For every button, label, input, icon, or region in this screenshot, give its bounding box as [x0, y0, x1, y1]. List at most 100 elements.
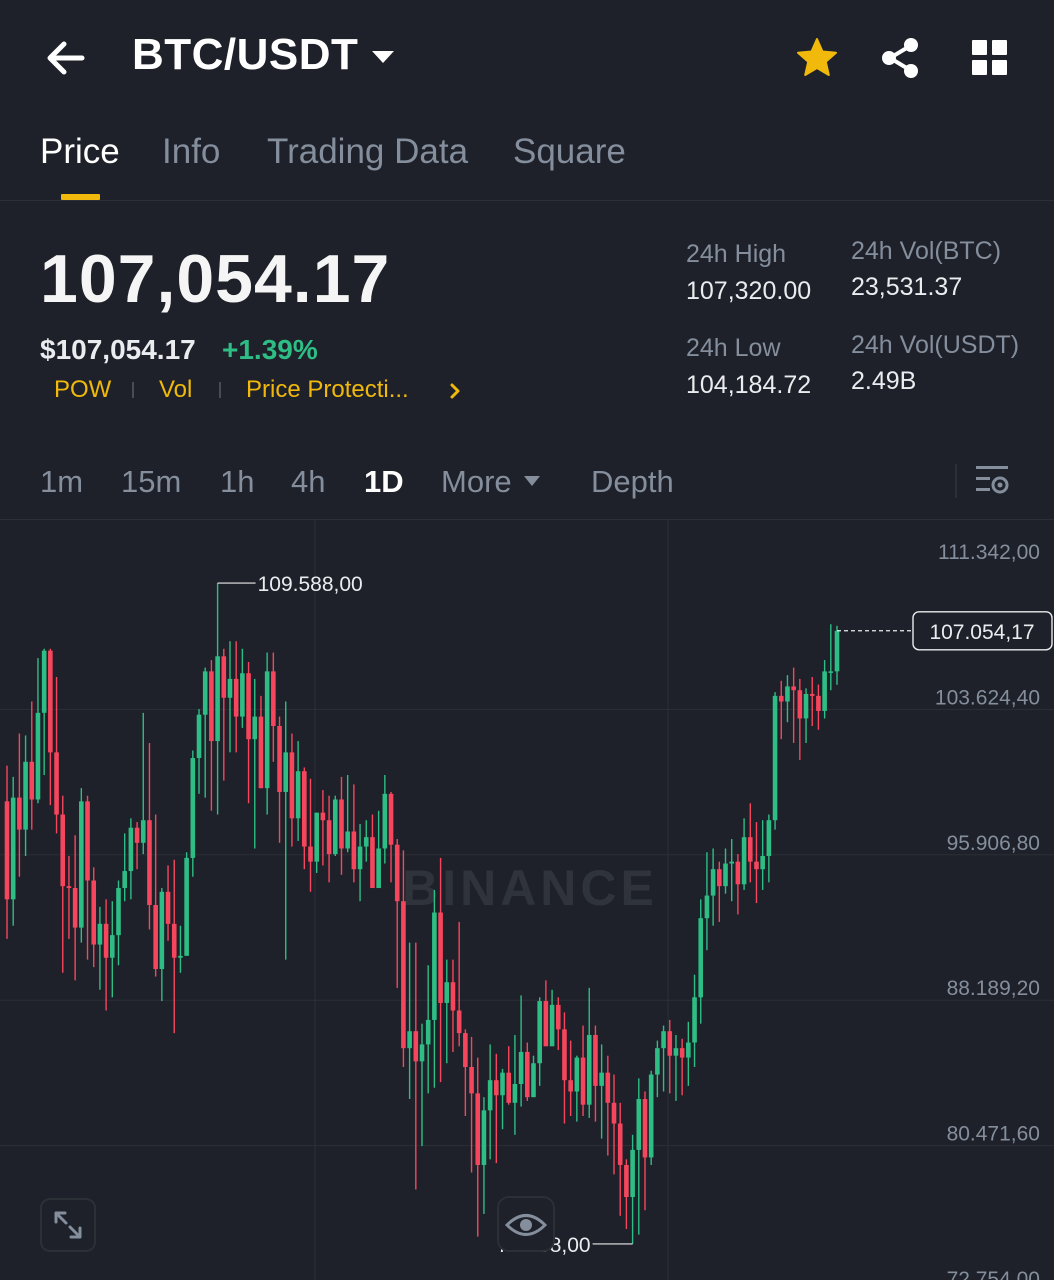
- interval-1h[interactable]: 1h: [220, 464, 254, 500]
- stat-24h-vol-usdt-value: 2.49B: [851, 367, 917, 395]
- candle-body: [537, 1001, 542, 1064]
- candle-body: [487, 1080, 493, 1111]
- expand-chart-button[interactable]: [40, 1198, 96, 1252]
- grid-icon[interactable]: [970, 38, 1010, 78]
- candle-body: [562, 1029, 567, 1081]
- candle-body: [469, 1067, 474, 1094]
- interval-15m[interactable]: 15m: [121, 464, 181, 500]
- share-icon[interactable]: [878, 36, 922, 80]
- chevron-right-icon[interactable]: [448, 378, 464, 404]
- candlestick-chart[interactable]: 111.342,00 103.624,40 95.906,80 88.189,20 80…: [0, 520, 1054, 1280]
- visibility-toggle-button[interactable]: [497, 1196, 555, 1252]
- candle-body: [438, 912, 443, 1003]
- tag-price-protection[interactable]: Price Protecti...: [246, 376, 409, 404]
- candle-body: [747, 837, 753, 862]
- candle-body: [264, 671, 270, 789]
- candle-body: [23, 761, 28, 830]
- candle-body: [822, 671, 827, 711]
- candle-body: [580, 1057, 586, 1105]
- tab-square[interactable]: Square: [513, 132, 626, 172]
- candle-body: [760, 856, 765, 870]
- tag-pow[interactable]: POW: [54, 376, 111, 404]
- tab-price[interactable]: Price: [40, 132, 120, 172]
- candle-body: [754, 861, 759, 870]
- candle-body: [630, 1149, 635, 1198]
- tab-info[interactable]: Info: [162, 132, 220, 172]
- candle-body: [17, 797, 22, 830]
- candle-body: [159, 891, 165, 970]
- candle-body: [717, 869, 722, 887]
- interval-more[interactable]: More: [441, 464, 512, 500]
- stat-24h-vol-usdt-label: 24h Vol(USDT): [851, 331, 1020, 359]
- candle-body: [444, 982, 450, 1003]
- candle-body: [345, 831, 350, 849]
- candle-body: [475, 1093, 481, 1165]
- tag-vol[interactable]: Vol: [159, 376, 192, 404]
- candle-body: [667, 1031, 673, 1056]
- pair-title[interactable]: BTC/USDT: [132, 30, 358, 80]
- fiat-price: $107,054.17: [40, 334, 196, 365]
- candle-body: [704, 895, 710, 919]
- candle-body: [791, 686, 796, 691]
- candle-body: [636, 1099, 642, 1150]
- interval-4h[interactable]: 4h: [291, 464, 325, 500]
- back-arrow-icon[interactable]: [42, 36, 88, 80]
- candle-body: [171, 923, 177, 958]
- candle-body: [339, 799, 344, 849]
- candle-body: [357, 846, 363, 870]
- candle-body: [221, 656, 227, 698]
- candle-body: [766, 820, 772, 857]
- candle-body: [816, 695, 821, 711]
- candle-body: [463, 1033, 468, 1068]
- candle-body: [147, 820, 152, 905]
- candle-body: [698, 918, 704, 998]
- candle-body: [425, 1019, 431, 1045]
- interval-1m[interactable]: 1m: [40, 464, 83, 500]
- candle-body: [518, 1051, 524, 1084]
- max-price-label: 109.588,00: [258, 573, 363, 596]
- candle-body: [91, 880, 97, 945]
- chart-settings-icon[interactable]: [974, 462, 1010, 498]
- stat-24h-low-label: 24h Low: [686, 334, 781, 362]
- candle-body: [407, 1031, 412, 1049]
- stat-24h-high-value: 107,320.00: [686, 277, 812, 305]
- candle-body: [729, 861, 735, 864]
- chevron-down-icon[interactable]: [522, 474, 542, 488]
- candle-body: [240, 673, 245, 717]
- candle-body: [134, 827, 140, 843]
- candle-body: [655, 1048, 660, 1075]
- candle-body: [246, 673, 251, 740]
- candle-body: [828, 671, 834, 673]
- candle-body: [54, 752, 59, 815]
- tag-separator: [132, 382, 134, 398]
- candle-body: [116, 888, 121, 936]
- interval-1d[interactable]: 1D: [364, 464, 404, 500]
- candle-body: [153, 904, 158, 970]
- candle-body: [803, 693, 809, 719]
- candle-body: [320, 812, 326, 821]
- candle-body: [165, 891, 171, 924]
- chevron-down-icon[interactable]: [370, 48, 396, 66]
- candle-body: [500, 1072, 505, 1096]
- candle-body: [196, 714, 202, 759]
- candle-body: [772, 695, 778, 821]
- candle-body: [735, 861, 741, 885]
- candle-body: [834, 630, 840, 672]
- candle-body: [617, 1123, 623, 1165]
- candle-body: [741, 837, 747, 885]
- candle-body: [289, 752, 295, 819]
- candle-body: [66, 886, 72, 889]
- candle-body: [376, 848, 381, 889]
- candle-body: [419, 1044, 425, 1062]
- y-axis-tick-label: 88.189,20: [947, 977, 1040, 1000]
- candle-body: [599, 1072, 604, 1086]
- depth-tab[interactable]: Depth: [591, 464, 674, 500]
- candle-body: [326, 820, 332, 855]
- candle-body: [586, 1034, 592, 1105]
- candle-body: [382, 793, 388, 849]
- candle-body: [785, 686, 790, 702]
- candle-body: [215, 656, 220, 742]
- tab-trading-data[interactable]: Trading Data: [267, 132, 468, 172]
- price-change-percent: +1.39%: [222, 334, 318, 365]
- star-icon[interactable]: [795, 36, 839, 80]
